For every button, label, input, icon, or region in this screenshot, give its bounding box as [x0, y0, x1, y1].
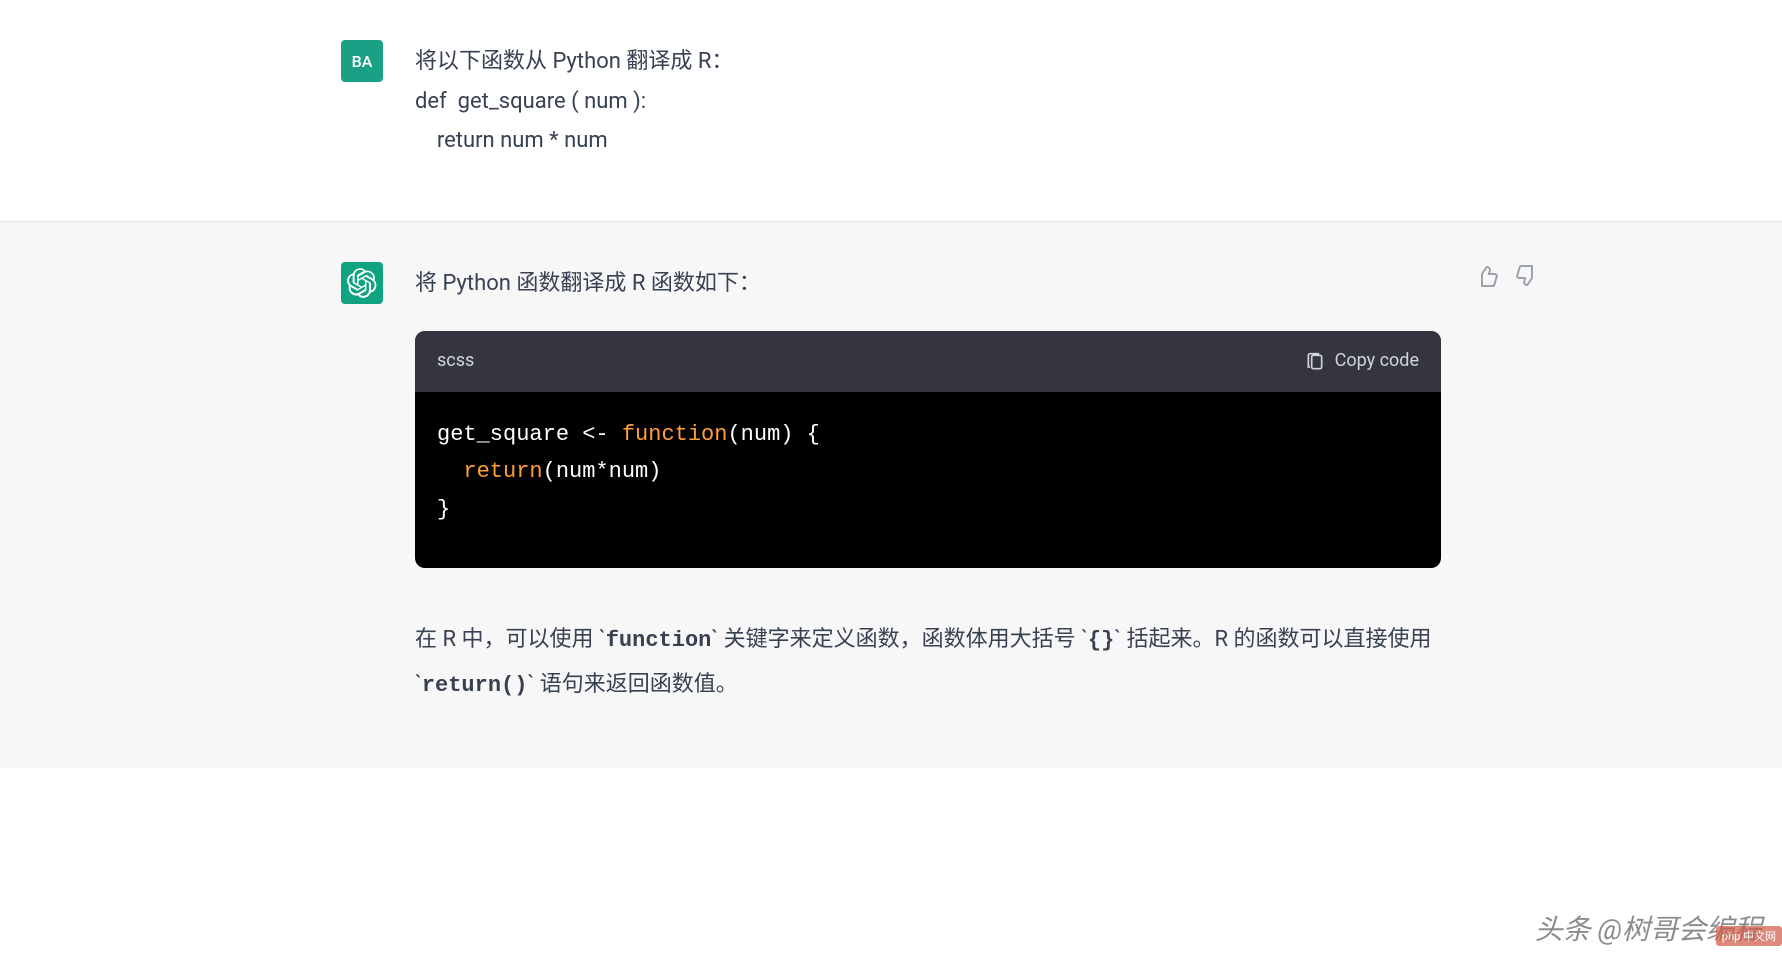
user-message-block: BA 将以下函数从 Python 翻译成 R： def get_square (… — [0, 0, 1782, 222]
code-language-label: scss — [437, 345, 474, 377]
watermark-badge: php 中文网 — [1716, 926, 1782, 946]
user-avatar: BA — [341, 40, 383, 82]
explanation-text-4: ` 语句来返回函数值。 — [527, 672, 737, 697]
thumbs-down-icon — [1515, 264, 1539, 288]
assistant-message-content: 将 Python 函数翻译成 R 函数如下： scss Copy code — [415, 262, 1441, 708]
thumbs-up-button[interactable] — [1473, 262, 1501, 290]
clipboard-icon — [1305, 352, 1325, 372]
code-return-expr: (num*num) — [543, 459, 662, 484]
user-text-line1: 将以下函数从 Python 翻译成 R： — [415, 42, 1441, 82]
code-identifier: get_square — [437, 422, 569, 447]
copy-code-label: Copy code — [1335, 345, 1419, 377]
thumbs-down-button[interactable] — [1513, 262, 1541, 290]
assistant-message-block: 将 Python 函数翻译成 R 函数如下： scss Copy code — [0, 222, 1782, 768]
code-keyword-function: function — [622, 422, 728, 447]
openai-logo-icon — [347, 268, 377, 298]
assistant-message-inner: 将 Python 函数翻译成 R 函数如下： scss Copy code — [341, 262, 1441, 708]
assistant-intro-text: 将 Python 函数翻译成 R 函数如下： — [415, 264, 1441, 304]
explanation-text-1: 在 R 中，可以使用 ` — [415, 627, 606, 652]
inline-code-braces: {} — [1088, 628, 1114, 653]
user-message-inner: BA 将以下函数从 Python 翻译成 R： def get_square (… — [341, 40, 1441, 161]
code-operator: <- — [569, 422, 622, 447]
inline-code-return: return() — [422, 673, 528, 698]
thumbs-up-icon — [1475, 264, 1499, 288]
code-keyword-return: return — [463, 459, 542, 484]
user-text-line2: def get_square ( num ): — [415, 82, 1441, 122]
copy-code-button[interactable]: Copy code — [1305, 345, 1419, 377]
user-text-line3: return num * num — [415, 121, 1441, 161]
code-block: scss Copy code get_square <- function(nu… — [415, 331, 1441, 568]
code-closing-brace: } — [437, 497, 450, 522]
user-message-content: 将以下函数从 Python 翻译成 R： def get_square ( nu… — [415, 40, 1441, 161]
assistant-avatar — [341, 262, 383, 304]
chat-container: BA 将以下函数从 Python 翻译成 R： def get_square (… — [0, 0, 1782, 958]
user-avatar-initials: BA — [352, 52, 373, 71]
inline-code-function: function — [606, 628, 712, 653]
code-indent — [437, 459, 463, 484]
code-params: (num) { — [727, 422, 819, 447]
code-content[interactable]: get_square <- function(num) { return(num… — [415, 392, 1441, 568]
assistant-explanation: 在 R 中，可以使用 `function` 关键字来定义函数，函数体用大括号 `… — [415, 618, 1441, 708]
explanation-text-2: ` 关键字来定义函数，函数体用大括号 ` — [711, 627, 1088, 652]
code-header: scss Copy code — [415, 331, 1441, 391]
feedback-buttons — [1473, 262, 1541, 290]
